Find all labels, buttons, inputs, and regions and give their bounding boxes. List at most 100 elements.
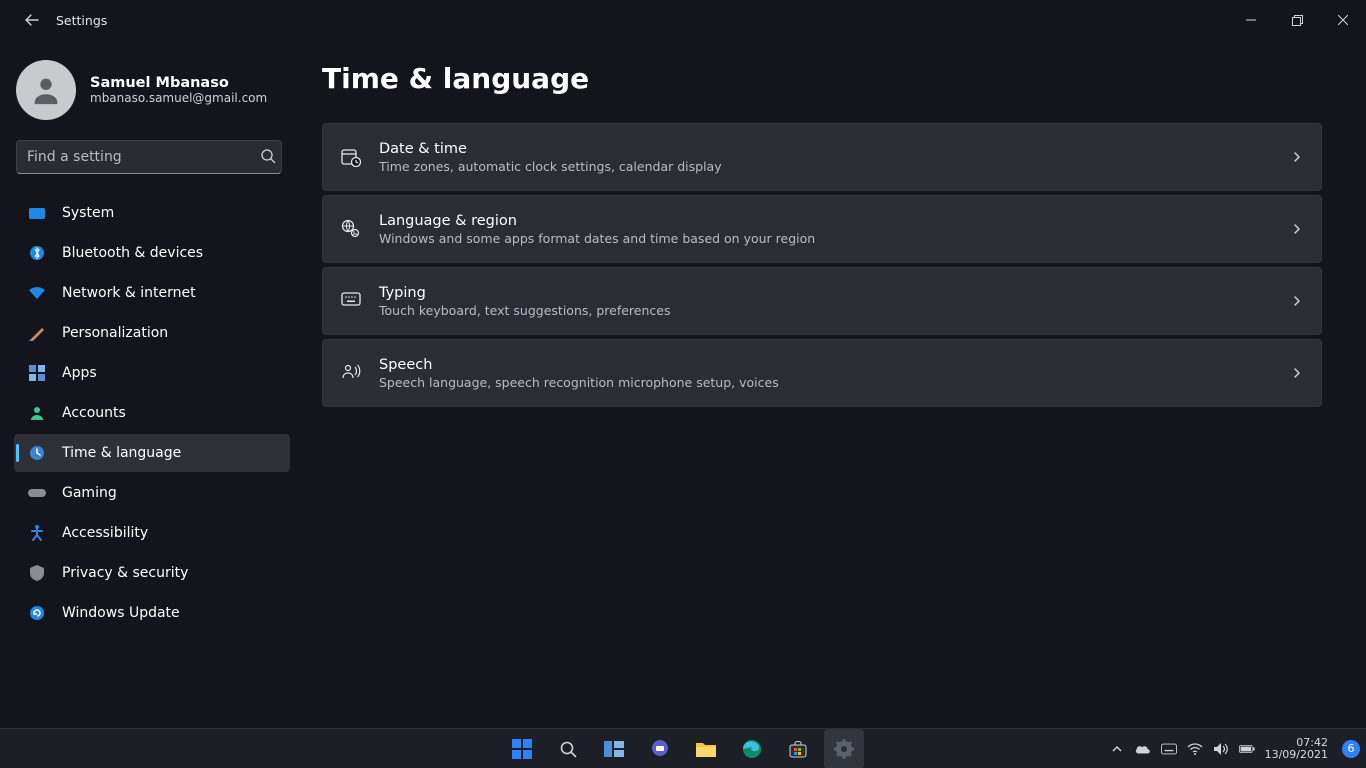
taskbar-pinned — [502, 729, 864, 768]
user-email: mbanaso.samuel@gmail.com — [90, 91, 267, 105]
taskbar-settings[interactable] — [824, 729, 864, 768]
card-title: Language & region — [379, 213, 1291, 229]
calendar-clock-icon — [341, 147, 361, 167]
sidebar-item-label: Privacy & security — [62, 565, 188, 581]
sidebar-nav: System Bluetooth & devices Network & int… — [14, 194, 290, 632]
clock-icon — [28, 444, 46, 462]
sidebar-item-label: Personalization — [62, 325, 168, 341]
card-subtitle: Time zones, automatic clock settings, ca… — [379, 159, 1291, 174]
gamepad-icon — [28, 484, 46, 502]
arrow-left-icon — [24, 12, 40, 28]
clock-time: 07:42 — [1265, 737, 1328, 749]
sidebar-item-label: Apps — [62, 365, 97, 381]
accessibility-icon — [28, 524, 46, 542]
taskbar-clock[interactable]: 07:42 13/09/2021 — [1265, 737, 1328, 761]
battery-tray-icon[interactable] — [1239, 741, 1255, 757]
maximize-icon — [1292, 15, 1303, 26]
back-button[interactable] — [16, 4, 48, 36]
card-subtitle: Speech language, speech recognition micr… — [379, 375, 1291, 390]
card-speech[interactable]: Speech Speech language, speech recogniti… — [322, 339, 1322, 407]
card-date-time[interactable]: Date & time Time zones, automatic clock … — [322, 123, 1322, 191]
sidebar-item-label: System — [62, 205, 114, 221]
shield-icon — [28, 564, 46, 582]
sidebar-item-accessibility[interactable]: Accessibility — [14, 514, 290, 552]
chevron-right-icon — [1291, 148, 1303, 167]
taskbar: 07:42 13/09/2021 6 — [0, 728, 1366, 768]
apps-icon — [28, 364, 46, 382]
chevron-right-icon — [1291, 292, 1303, 311]
wifi-tray-icon[interactable] — [1187, 741, 1203, 757]
sidebar-item-gaming[interactable]: Gaming — [14, 474, 290, 512]
chevron-right-icon — [1291, 364, 1303, 383]
content-area: Time & language Date & time Time zones, … — [300, 40, 1366, 728]
taskbar-store[interactable] — [778, 729, 818, 768]
speech-icon — [341, 363, 361, 383]
search-icon — [559, 740, 577, 758]
card-title: Typing — [379, 285, 1291, 301]
sidebar-item-label: Time & language — [62, 445, 181, 461]
search-icon — [260, 148, 276, 168]
maximize-button[interactable] — [1274, 4, 1320, 36]
tray-overflow[interactable] — [1109, 741, 1125, 757]
settings-list: Date & time Time zones, automatic clock … — [322, 123, 1322, 407]
sidebar-item-apps[interactable]: Apps — [14, 354, 290, 392]
sidebar-item-label: Gaming — [62, 485, 117, 501]
system-tray: 07:42 13/09/2021 6 — [1109, 737, 1366, 761]
bluetooth-icon — [28, 244, 46, 262]
sidebar-item-privacy[interactable]: Privacy & security — [14, 554, 290, 592]
edge-icon — [742, 739, 762, 759]
display-icon — [28, 204, 46, 222]
sidebar-item-label: Network & internet — [62, 285, 196, 301]
keyboard-icon — [341, 291, 361, 311]
gear-icon — [834, 739, 854, 759]
taskbar-explorer[interactable] — [686, 729, 726, 768]
sidebar-item-system[interactable]: System — [14, 194, 290, 232]
sidebar-item-label: Windows Update — [62, 605, 180, 621]
keyboard-tray-icon[interactable] — [1161, 741, 1177, 757]
store-icon — [789, 740, 807, 758]
onedrive-icon[interactable] — [1135, 741, 1151, 757]
volume-tray-icon[interactable] — [1213, 741, 1229, 757]
sidebar-item-bluetooth[interactable]: Bluetooth & devices — [14, 234, 290, 272]
page-title: Time & language — [322, 62, 1322, 95]
sidebar-item-label: Bluetooth & devices — [62, 245, 203, 261]
sidebar-item-time-language[interactable]: Time & language — [14, 434, 290, 472]
close-button[interactable] — [1320, 4, 1366, 36]
window-title: Settings — [56, 13, 107, 28]
sidebar-item-update[interactable]: Windows Update — [14, 594, 290, 632]
windows-logo-icon — [512, 739, 532, 759]
card-subtitle: Touch keyboard, text suggestions, prefer… — [379, 303, 1291, 318]
card-language-region[interactable]: Language & region Windows and some apps … — [322, 195, 1322, 263]
taskbar-chat[interactable] — [640, 729, 680, 768]
taskbar-edge[interactable] — [732, 729, 772, 768]
search-input[interactable] — [16, 140, 282, 174]
minimize-icon — [1246, 15, 1256, 25]
user-name: Samuel Mbanaso — [90, 75, 267, 91]
taskview-icon — [604, 741, 624, 757]
card-title: Date & time — [379, 141, 1291, 157]
search-box — [16, 140, 286, 174]
wifi-icon — [28, 284, 46, 302]
taskbar-taskview[interactable] — [594, 729, 634, 768]
sidebar-item-label: Accounts — [62, 405, 126, 421]
person-icon — [28, 404, 46, 422]
sidebar-item-personalization[interactable]: Personalization — [14, 314, 290, 352]
paintbrush-icon — [28, 324, 46, 342]
chevron-right-icon — [1291, 220, 1303, 239]
sidebar-item-accounts[interactable]: Accounts — [14, 394, 290, 432]
sidebar-item-network[interactable]: Network & internet — [14, 274, 290, 312]
close-icon — [1338, 15, 1348, 25]
user-block[interactable]: Samuel Mbanaso mbanaso.samuel@gmail.com — [14, 52, 290, 140]
update-icon — [28, 604, 46, 622]
start-button[interactable] — [502, 729, 542, 768]
minimize-button[interactable] — [1228, 4, 1274, 36]
person-icon — [29, 73, 63, 107]
card-typing[interactable]: Typing Touch keyboard, text suggestions,… — [322, 267, 1322, 335]
notification-badge[interactable]: 6 — [1342, 740, 1360, 758]
titlebar: Settings — [0, 0, 1366, 40]
language-icon — [341, 219, 361, 239]
folder-icon — [696, 741, 716, 757]
clock-date: 13/09/2021 — [1265, 749, 1328, 761]
taskbar-search[interactable] — [548, 729, 588, 768]
card-title: Speech — [379, 357, 1291, 373]
